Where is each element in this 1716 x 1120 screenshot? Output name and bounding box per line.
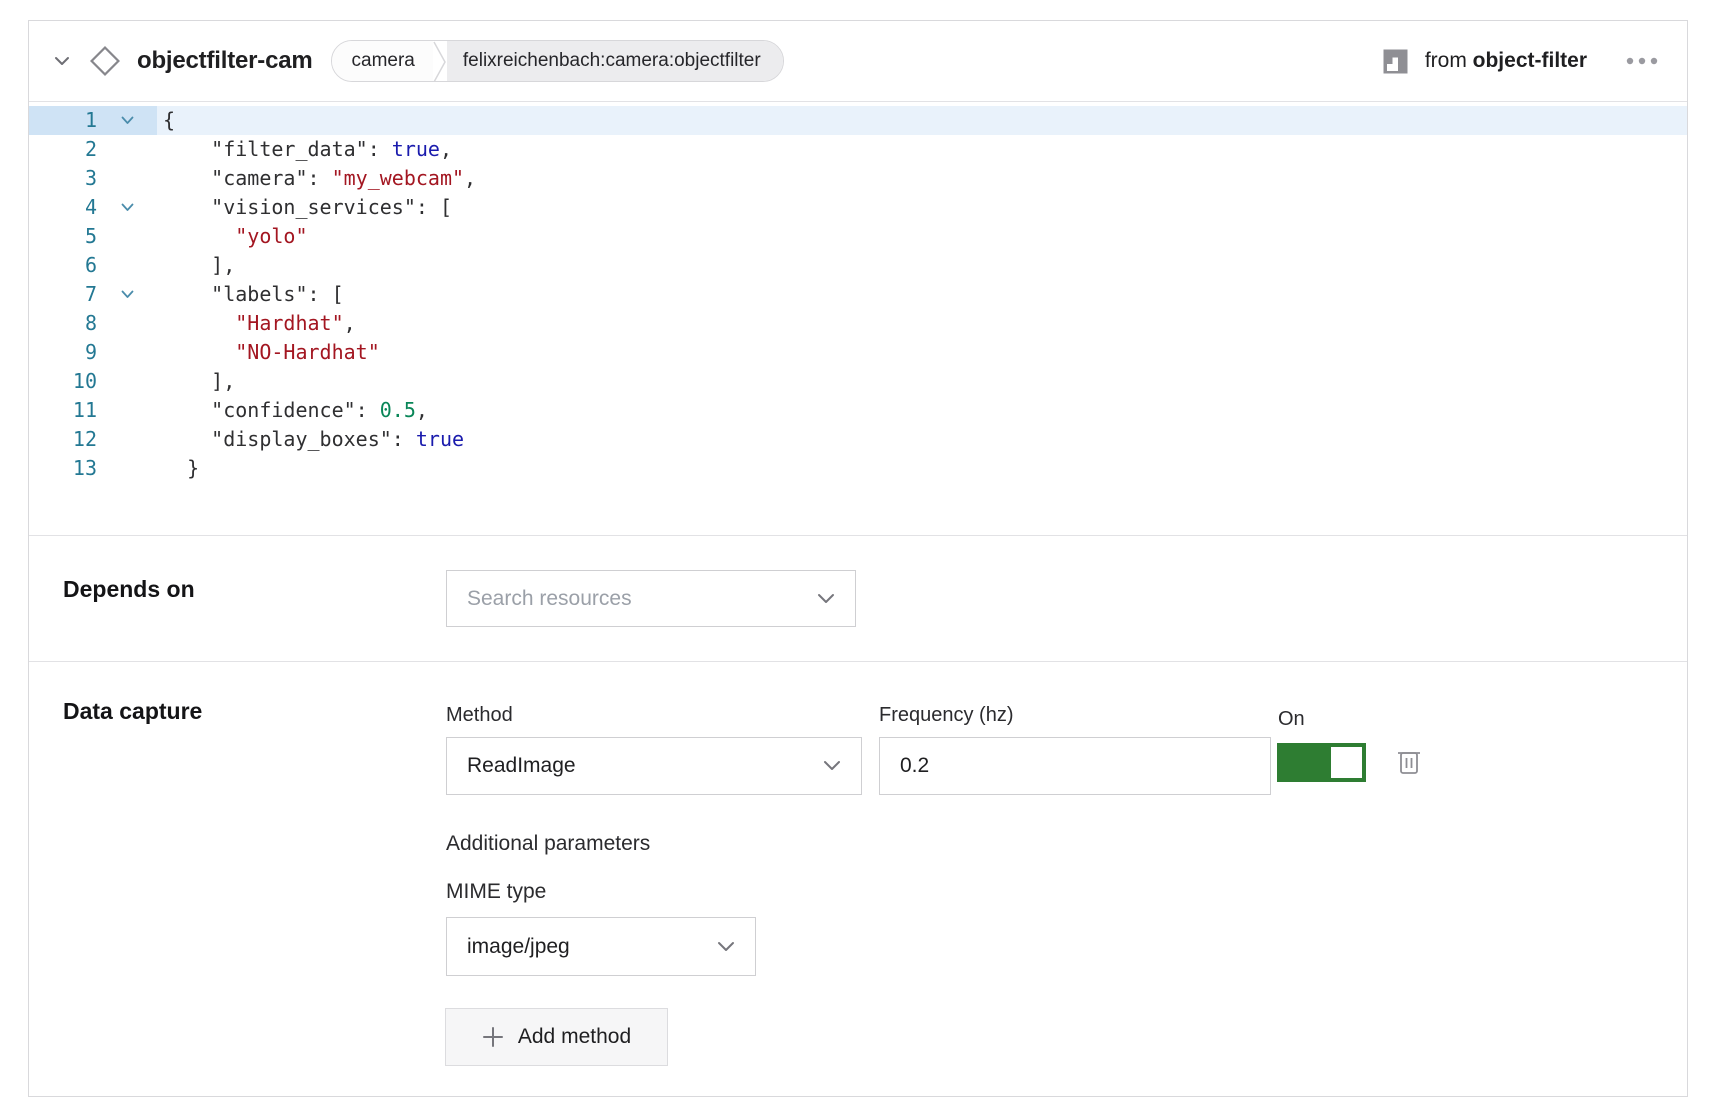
- code-line: 5 "yolo": [29, 222, 1687, 251]
- code-line: 7 "labels": [: [29, 280, 1687, 309]
- frequency-input[interactable]: [879, 737, 1271, 795]
- chevron-down-icon: [817, 593, 835, 605]
- mime-type-label: MIME type: [446, 880, 546, 904]
- code-text[interactable]: "NO-Hardhat": [157, 338, 1687, 367]
- fold-chevron-icon[interactable]: [97, 280, 157, 309]
- resource-name: objectfilter-cam: [137, 47, 313, 75]
- mime-type-select[interactable]: image/jpeg: [446, 917, 756, 976]
- code-line: 11 "confidence": 0.5,: [29, 396, 1687, 425]
- resource-card: objectfilter-cam camera felixreichenbach…: [28, 20, 1688, 1097]
- overflow-menu-icon[interactable]: [1625, 56, 1661, 66]
- mime-type-value: image/jpeg: [467, 935, 570, 959]
- depends-on-heading: Depends on: [63, 576, 195, 603]
- line-number: 8: [29, 309, 97, 338]
- code-line: 10 ],: [29, 367, 1687, 396]
- data-capture-section: Data capture Method ReadImage Frequency …: [29, 661, 1687, 1096]
- line-number: 3: [29, 164, 97, 193]
- code-line: 3 "camera": "my_webcam",: [29, 164, 1687, 193]
- line-number: 1: [29, 106, 97, 135]
- fold-gutter: [97, 251, 157, 280]
- method-value: ReadImage: [467, 754, 576, 778]
- badge-type: camera: [332, 41, 433, 81]
- code-line: 12 "display_boxes": true: [29, 425, 1687, 454]
- resource-card-header: objectfilter-cam camera felixreichenbach…: [29, 21, 1687, 101]
- badge-model: felixreichenbach:camera:objectfilter: [447, 41, 783, 81]
- method-select[interactable]: ReadImage: [446, 737, 862, 795]
- depends-on-section: Depends on Search resources: [29, 535, 1687, 661]
- fold-chevron-icon[interactable]: [97, 193, 157, 222]
- resource-type-badge: camera felixreichenbach:camera:objectfil…: [331, 40, 784, 82]
- json-config-editor[interactable]: 1{2 "filter_data": true,3 "camera": "my_…: [29, 101, 1687, 535]
- fold-gutter: [97, 367, 157, 396]
- code-line: 8 "Hardhat",: [29, 309, 1687, 338]
- fold-gutter: [97, 396, 157, 425]
- line-number: 10: [29, 367, 97, 396]
- code-line: 9 "NO-Hardhat": [29, 338, 1687, 367]
- frequency-label: Frequency (hz): [879, 704, 1014, 727]
- plus-icon: [482, 1026, 504, 1048]
- fold-gutter: [97, 222, 157, 251]
- toggle-knob: [1331, 747, 1362, 778]
- code-text[interactable]: }: [157, 454, 1687, 483]
- line-number: 4: [29, 193, 97, 222]
- line-number: 7: [29, 280, 97, 309]
- line-number: 12: [29, 425, 97, 454]
- chevron-down-icon: [823, 760, 841, 772]
- code-line: 6 ],: [29, 251, 1687, 280]
- line-number: 2: [29, 135, 97, 164]
- code-text[interactable]: ],: [157, 367, 1687, 396]
- code-line: 1{: [29, 106, 1687, 135]
- config-page: objectfilter-cam camera felixreichenbach…: [0, 0, 1716, 1120]
- component-diamond-icon: [85, 41, 125, 81]
- code-text[interactable]: "filter_data": true,: [157, 135, 1687, 164]
- fold-gutter: [97, 454, 157, 483]
- add-method-button[interactable]: Add method: [445, 1008, 668, 1066]
- code-text[interactable]: "labels": [: [157, 280, 1687, 309]
- code-text[interactable]: "yolo": [157, 222, 1687, 251]
- collapse-chevron-icon[interactable]: [51, 50, 73, 72]
- module-source-label: from object-filter: [1425, 49, 1587, 73]
- code-text[interactable]: ],: [157, 251, 1687, 280]
- method-label: Method: [446, 704, 513, 727]
- code-line: 2 "filter_data": true,: [29, 135, 1687, 164]
- data-capture-heading: Data capture: [63, 698, 202, 725]
- fold-gutter: [97, 164, 157, 193]
- line-number: 11: [29, 396, 97, 425]
- code-text[interactable]: {: [157, 106, 1687, 135]
- code-text[interactable]: "camera": "my_webcam",: [157, 164, 1687, 193]
- additional-parameters-label: Additional parameters: [446, 832, 650, 856]
- fold-gutter: [97, 309, 157, 338]
- line-number: 13: [29, 454, 97, 483]
- code-text[interactable]: "confidence": 0.5,: [157, 396, 1687, 425]
- depends-on-search-select[interactable]: Search resources: [446, 570, 856, 627]
- fold-gutter: [97, 338, 157, 367]
- code-line: 4 "vision_services": [: [29, 193, 1687, 222]
- add-method-label: Add method: [518, 1025, 631, 1049]
- delete-method-trash-icon[interactable]: [1395, 746, 1423, 781]
- search-resources-placeholder: Search resources: [467, 587, 632, 611]
- line-number: 5: [29, 222, 97, 251]
- capture-toggle[interactable]: [1277, 743, 1366, 782]
- code-text[interactable]: "display_boxes": true: [157, 425, 1687, 454]
- code-text[interactable]: "Hardhat",: [157, 309, 1687, 338]
- badge-separator-icon: [433, 41, 447, 82]
- chevron-down-icon: [717, 941, 735, 953]
- line-number: 6: [29, 251, 97, 280]
- fold-chevron-icon[interactable]: [97, 106, 157, 135]
- fold-gutter: [97, 135, 157, 164]
- module-icon: [1382, 48, 1409, 75]
- code-line: 13 }: [29, 454, 1687, 483]
- header-right: from object-filter: [1382, 48, 1687, 75]
- fold-gutter: [97, 425, 157, 454]
- line-number: 9: [29, 338, 97, 367]
- capture-on-label: On: [1278, 708, 1305, 731]
- code-text[interactable]: "vision_services": [: [157, 193, 1687, 222]
